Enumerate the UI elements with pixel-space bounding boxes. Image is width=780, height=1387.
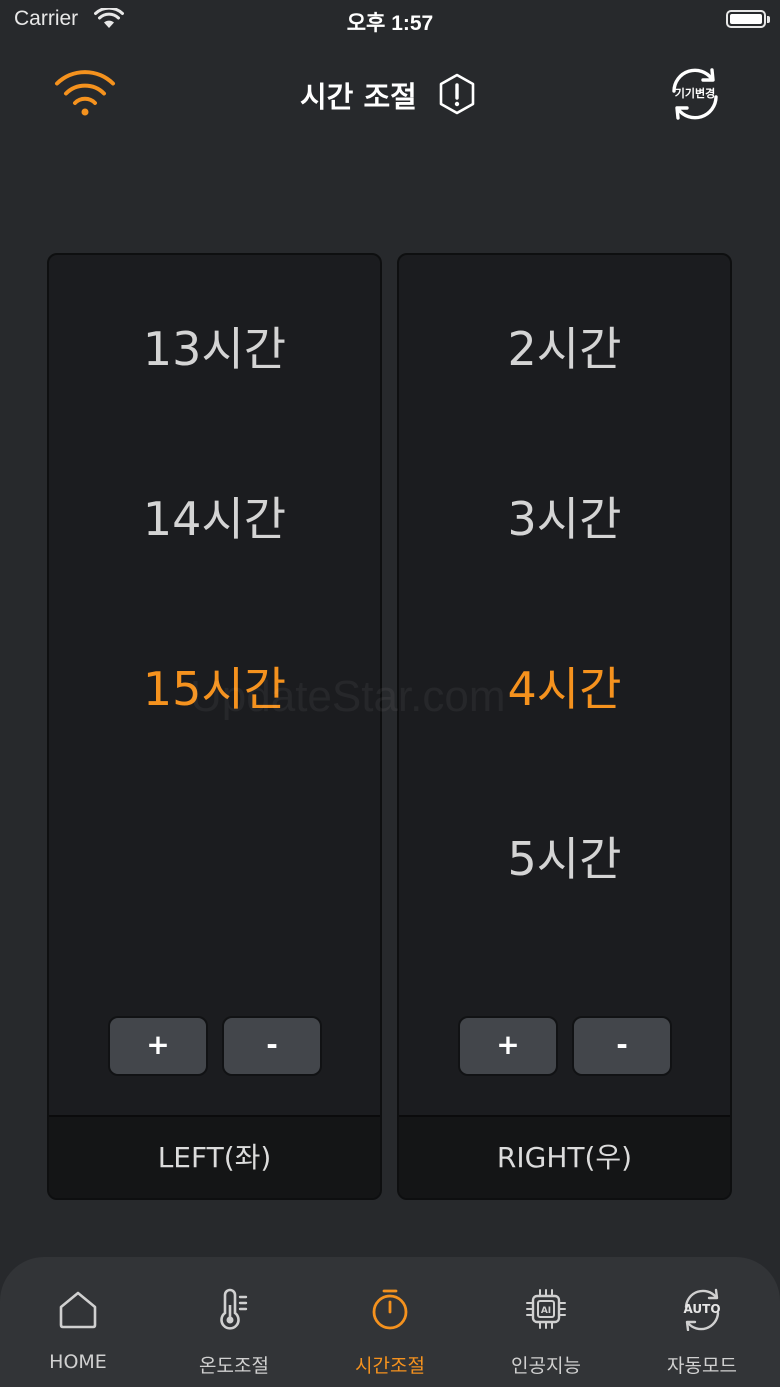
thermometer-icon xyxy=(220,1288,248,1330)
tab-label: 시간조절 xyxy=(355,1355,425,1377)
tab-temperature[interactable]: 온도조절 xyxy=(156,1257,312,1387)
left-side-label[interactable]: LEFT(좌) xyxy=(49,1115,380,1198)
status-bar: Carrier 오후 1:57 xyxy=(0,0,780,40)
page-title: 시간 조절 xyxy=(300,80,417,114)
left-hour-option[interactable]: 14시간 xyxy=(49,483,380,549)
battery-icon xyxy=(726,10,770,28)
tab-label: 인공지능 xyxy=(511,1355,581,1377)
right-hour-option[interactable]: 3시간 xyxy=(399,483,730,549)
change-device-label: 기기변경 xyxy=(674,87,716,100)
info-alert-icon[interactable] xyxy=(436,72,478,116)
right-minus-button[interactable]: - xyxy=(572,1016,672,1076)
right-timer-panel: 2시간 3시간 4시간 5시간 + - RIGHT(우) xyxy=(397,253,732,1200)
tab-home[interactable]: HOME xyxy=(0,1257,156,1387)
tab-label: HOME xyxy=(49,1351,107,1373)
right-hour-option[interactable]: 2시간 xyxy=(399,313,730,379)
right-hour-option[interactable]: 5시간 xyxy=(399,823,730,889)
header: 시간 조절 기기변경 xyxy=(0,60,780,130)
left-plus-button[interactable]: + xyxy=(108,1016,208,1076)
left-hour-option[interactable]: 13시간 xyxy=(49,313,380,379)
ai-chip-icon: AI xyxy=(526,1289,566,1329)
left-minus-button[interactable]: - xyxy=(222,1016,322,1076)
left-timer-panel: 13시간 14시간 15시간 + - LEFT(좌) xyxy=(47,253,382,1200)
right-side-label[interactable]: RIGHT(우) xyxy=(399,1115,730,1198)
status-time: 오후 1:57 xyxy=(346,12,434,35)
tab-ai[interactable]: AI 인공지능 xyxy=(468,1257,624,1387)
timer-icon xyxy=(372,1289,408,1330)
change-device-button[interactable]: 기기변경 xyxy=(666,65,724,123)
watermark: UpdateStar.com xyxy=(190,672,506,721)
tab-auto-mode[interactable]: AUTO 자동모드 xyxy=(624,1257,780,1387)
right-plus-button[interactable]: + xyxy=(458,1016,558,1076)
svg-text:AI: AI xyxy=(541,1306,551,1316)
tab-label: 자동모드 xyxy=(667,1355,737,1377)
bottom-tab-bar: HOME 온도조절 시간조절 AI 인공지능 AUTO 자동모드 xyxy=(0,1257,780,1387)
tab-timer[interactable]: 시간조절 xyxy=(312,1257,468,1387)
wifi-connection-icon[interactable] xyxy=(54,68,116,118)
tab-label: 온도조절 xyxy=(199,1355,269,1377)
home-icon xyxy=(59,1291,97,1329)
auto-icon-text: AUTO xyxy=(683,1302,721,1316)
